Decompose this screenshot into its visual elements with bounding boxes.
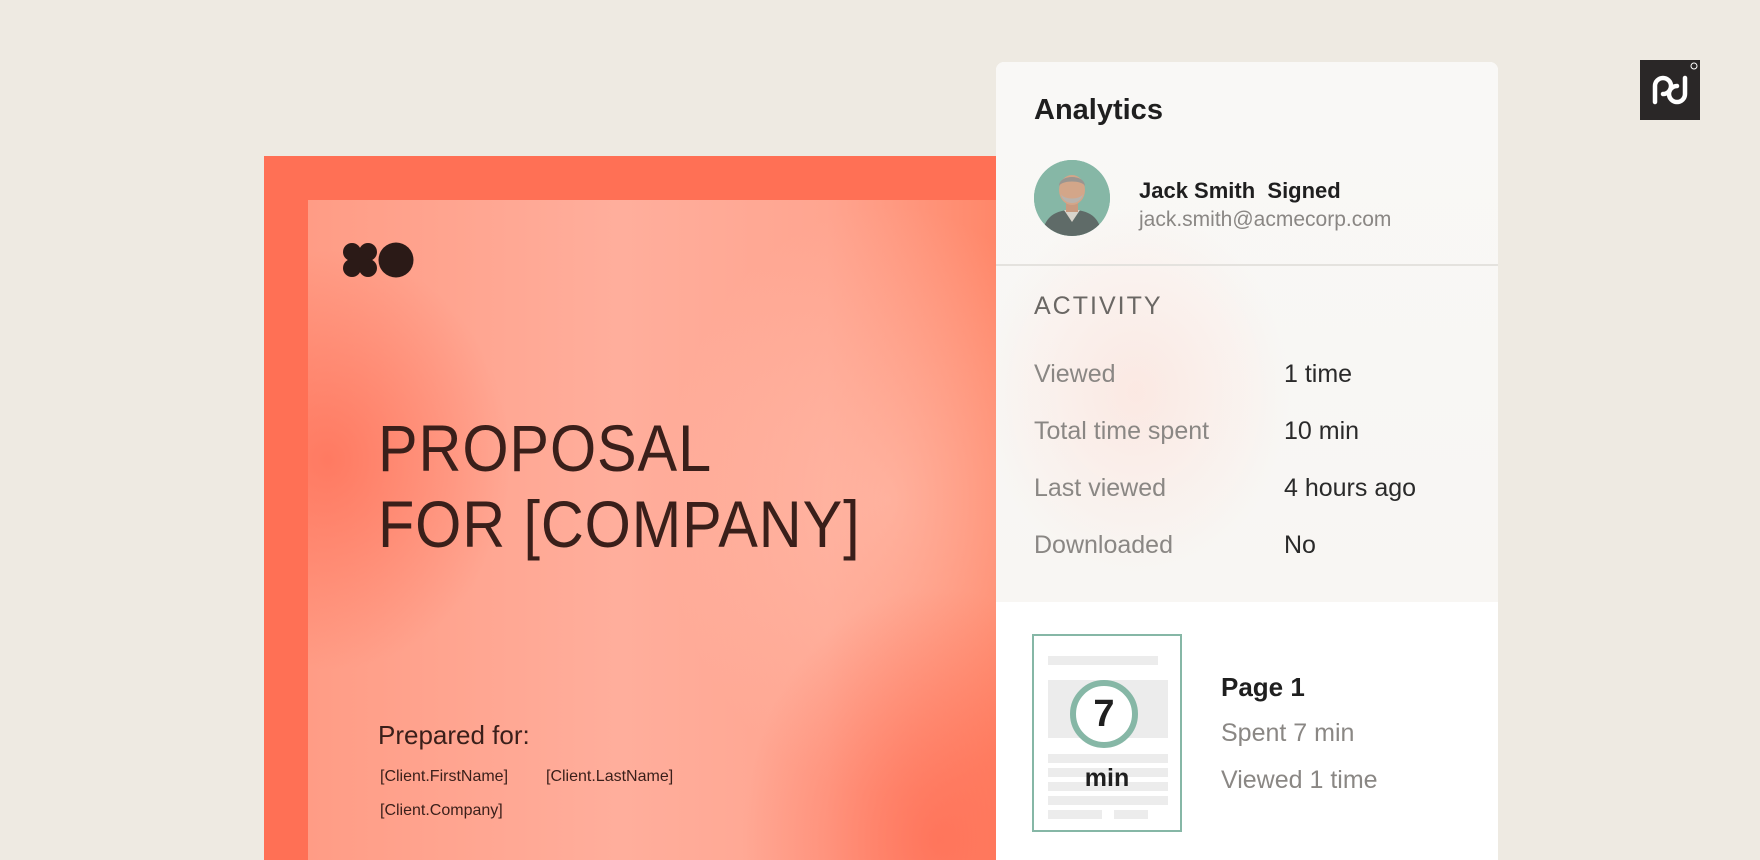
- stat-value-downloaded: No: [1284, 531, 1316, 559]
- client-last-name-field: [Client.LastName]: [546, 768, 674, 785]
- time-spent-ring: 7: [1070, 680, 1138, 748]
- pandadoc-logo-icon: [1640, 60, 1700, 120]
- proposal-title-line-1: PROPOSAL: [378, 411, 713, 485]
- page-thumbnail[interactable]: 7 min: [1032, 634, 1182, 832]
- prepared-for-label: Prepared for:: [378, 720, 530, 750]
- analytics-title: Analytics: [1034, 94, 1163, 126]
- proposal-title-line-2: FOR [COMPANY]: [378, 487, 861, 561]
- thumbnail-line: [1048, 656, 1158, 665]
- proposal-cover-page: PROPOSAL FOR [COMPANY] Prepared for: [Cl…: [308, 200, 1000, 860]
- thumbnail-line: [1114, 810, 1148, 819]
- page-view-count: Viewed 1 time: [1221, 766, 1378, 794]
- proposal-title: PROPOSAL FOR [COMPANY]: [378, 410, 861, 562]
- signer-email: jack.smith@acmecorp.com: [1139, 208, 1392, 231]
- stat-value-viewed: 1 time: [1284, 360, 1353, 388]
- thumbnail-line: [1048, 796, 1168, 805]
- stat-value-last-viewed: 4 hours ago: [1284, 474, 1417, 502]
- stat-label-viewed: Viewed: [1034, 360, 1116, 388]
- thumbnail-line: [1048, 810, 1102, 819]
- page-time-spent: Spent 7 min: [1221, 719, 1355, 747]
- avatar: [1034, 160, 1110, 236]
- clover-circle-logo-icon: [342, 242, 414, 285]
- divider: [996, 264, 1498, 266]
- signer-name-status: Jack Smith Signed: [1139, 178, 1341, 203]
- stat-label-downloaded: Downloaded: [1034, 531, 1173, 559]
- client-company-field: [Client.Company]: [380, 802, 503, 819]
- thumbnail-line: [1048, 754, 1168, 763]
- stat-label-last-viewed: Last viewed: [1034, 474, 1167, 502]
- analytics-summary: Analytics Jack Smith Signed jack.smith@a…: [996, 62, 1498, 602]
- stat-value-total-time: 10 min: [1284, 417, 1360, 445]
- proposal-document: PROPOSAL FOR [COMPANY] Prepared for: [Cl…: [264, 156, 1000, 860]
- page-name: Page 1: [1221, 672, 1305, 702]
- analytics-panel: Analytics Jack Smith Signed jack.smith@a…: [996, 62, 1498, 860]
- stat-label-total-time: Total time spent: [1034, 417, 1210, 445]
- time-spent-unit: min: [1084, 764, 1130, 792]
- client-first-name-field: [Client.FirstName]: [380, 768, 509, 785]
- activity-heading: ACTIVITY: [1034, 292, 1163, 320]
